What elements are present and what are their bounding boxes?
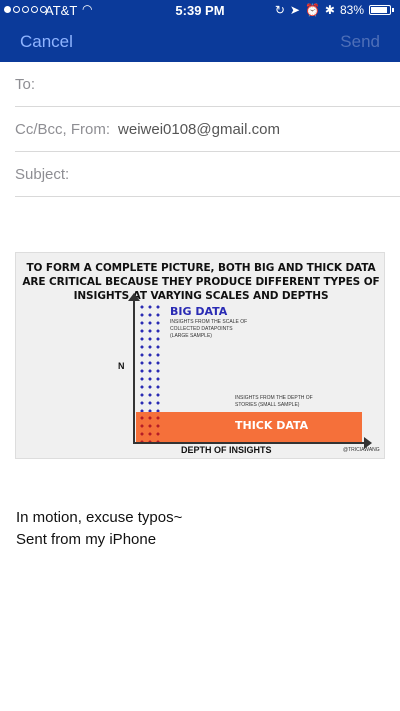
- to-label: To:: [15, 75, 36, 93]
- image-title: TO FORM A COMPLETE PICTURE, BOTH BIG AND…: [22, 262, 380, 302]
- signature-line[interactable]: Sent from my iPhone: [16, 531, 156, 548]
- image-credit: @TRICIAWANG: [343, 447, 380, 453]
- y-axis: [133, 299, 135, 443]
- subject-label: Subject:: [15, 165, 70, 183]
- nav-bar: AT&T ◠ 5:39 PM ↻ ➤ ⏰ ✱ 83% Cancel Send: [0, 0, 400, 62]
- cc-bcc-from-field[interactable]: Cc/Bcc, From: weiwei0108@gmail.com: [15, 107, 400, 152]
- big-data-description: INSIGHTS FROM THE SCALE OF COLLECTED DAT…: [170, 319, 248, 339]
- attached-image[interactable]: TO FORM A COMPLETE PICTURE, BOTH BIG AND…: [15, 252, 385, 459]
- location-icon: ➤: [289, 3, 300, 17]
- subject-field[interactable]: Subject:: [15, 152, 400, 197]
- alarm-icon: ⏰: [304, 3, 320, 17]
- y-axis-label: N: [118, 361, 125, 371]
- cancel-button[interactable]: Cancel: [20, 32, 73, 52]
- orientation-lock-icon: ↻: [274, 3, 285, 17]
- thick-data-dots: [136, 412, 164, 442]
- from-email: weiwei0108@gmail.com: [118, 120, 280, 138]
- status-bar: AT&T ◠ 5:39 PM ↻ ➤ ⏰ ✱ 83%: [0, 0, 400, 22]
- body-line-1[interactable]: In motion, excuse typos~: [16, 509, 182, 526]
- thick-data-title: THICK DATA: [235, 419, 309, 432]
- to-field[interactable]: To:: [15, 62, 400, 107]
- cc-bcc-from-label: Cc/Bcc, From:: [15, 120, 111, 138]
- big-data-title: BIG DATA: [170, 305, 228, 318]
- battery-percent: 83%: [339, 3, 364, 17]
- send-button[interactable]: Send: [340, 32, 380, 52]
- x-axis-label: DEPTH OF INSIGHTS: [181, 445, 272, 455]
- thick-data-description: INSIGHTS FROM THE DEPTH OF STORIES (SMAL…: [235, 395, 313, 408]
- battery-icon: [369, 5, 391, 15]
- bluetooth-icon: ✱: [324, 3, 335, 17]
- x-axis: [133, 442, 366, 444]
